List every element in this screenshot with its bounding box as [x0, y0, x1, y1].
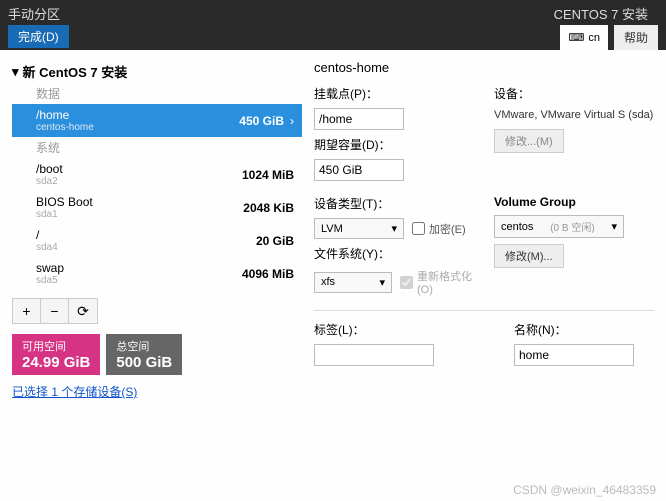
partition-device: sda5: [36, 275, 64, 286]
reformat-label: 重新格式化(O): [417, 268, 474, 296]
partition-size: 2048 KiB: [243, 201, 294, 215]
partition-size: 450 GiB: [239, 114, 284, 128]
filesystem-value: xfs: [321, 276, 335, 288]
name-label: 名称(N)：: [514, 321, 634, 338]
done-button[interactable]: 完成(D): [8, 25, 69, 48]
keyboard-layout-indicator[interactable]: ⌨ cn: [560, 25, 608, 50]
partition-detail-panel: centos-home 挂载点(P)： 期望容量(D)： 设备： VMware,…: [314, 60, 654, 401]
top-bar: 手动分区 完成(D) CENTOS 7 安装 ⌨ cn 帮助: [0, 0, 666, 50]
install-section-header[interactable]: ▾ 新 CentOS 7 安装: [12, 60, 302, 83]
partition-row-swap[interactable]: swap sda5 4096 MiB: [12, 257, 302, 290]
detail-title: centos-home: [314, 60, 654, 75]
partition-row-root[interactable]: / sda4 20 GiB: [12, 224, 302, 257]
partition-row-boot[interactable]: /boot sda2 1024 MiB: [12, 158, 302, 191]
partition-device: sda1: [36, 209, 93, 220]
partition-mount: /home: [36, 108, 94, 122]
remove-partition-button[interactable]: −: [41, 299, 69, 323]
partition-row-bios[interactable]: BIOS Boot sda1 2048 KiB: [12, 191, 302, 224]
category-system: 系统: [12, 137, 302, 158]
mount-input[interactable]: [314, 108, 404, 130]
partition-toolbar: + − ⟳: [12, 298, 98, 324]
modify-device-button[interactable]: 修改...(M): [494, 129, 564, 153]
caret-down-icon: ▾: [12, 64, 19, 80]
total-space-label: 总空间: [116, 338, 172, 354]
total-space-value: 500 GiB: [116, 354, 172, 371]
reformat-checkbox-row[interactable]: 重新格式化(O): [400, 268, 474, 296]
chevron-down-icon: ▾: [611, 220, 617, 233]
available-space-value: 24.99 GiB: [22, 354, 90, 371]
install-title: CENTOS 7 安装: [554, 4, 648, 23]
partition-list-panel: ▾ 新 CentOS 7 安装 数据 /home centos-home 450…: [12, 60, 302, 401]
encrypt-checkbox-row[interactable]: 加密(E): [412, 221, 466, 237]
help-button[interactable]: 帮助: [614, 25, 658, 50]
chevron-down-icon: ▾: [379, 276, 385, 289]
total-space-box: 总空间 500 GiB: [106, 334, 182, 375]
encrypt-label: 加密(E): [429, 221, 466, 237]
reload-button[interactable]: ⟳: [69, 299, 97, 323]
available-space-label: 可用空间: [22, 338, 90, 354]
encrypt-checkbox[interactable]: [412, 222, 425, 235]
volume-group-label: Volume Group: [494, 195, 654, 209]
modify-vg-button[interactable]: 修改(M)...: [494, 244, 564, 268]
add-partition-button[interactable]: +: [13, 299, 41, 323]
mount-label: 挂载点(P)：: [314, 85, 474, 102]
filesystem-label: 文件系统(Y)：: [314, 245, 474, 262]
partition-mount: /boot: [36, 162, 63, 176]
partition-row-home[interactable]: /home centos-home 450 GiB ›: [12, 104, 302, 137]
desired-capacity-input[interactable]: [314, 159, 404, 181]
device-label: 设备：: [494, 85, 654, 102]
partition-size: 4096 MiB: [242, 267, 294, 281]
name-input[interactable]: [514, 344, 634, 366]
partition-device: centos-home: [36, 122, 94, 133]
chevron-right-icon: ›: [290, 114, 294, 128]
chevron-down-icon: ▾: [391, 222, 397, 235]
partition-mount: BIOS Boot: [36, 195, 93, 209]
device-type-value: LVM: [321, 223, 343, 235]
device-type-select[interactable]: LVM ▾: [314, 218, 404, 239]
reformat-checkbox: [400, 276, 413, 289]
volume-group-select[interactable]: centos (0 B 空闲) ▾: [494, 215, 624, 238]
separator: [314, 310, 654, 311]
category-data: 数据: [12, 83, 302, 104]
available-space-box: 可用空间 24.99 GiB: [12, 334, 100, 375]
device-type-label: 设备类型(T)：: [314, 195, 474, 212]
storage-devices-link[interactable]: 已选择 1 个存储设备(S): [12, 383, 137, 400]
volume-group-value: centos: [501, 221, 533, 233]
partition-size: 1024 MiB: [242, 168, 294, 182]
filesystem-select[interactable]: xfs ▾: [314, 272, 392, 293]
partition-size: 20 GiB: [256, 234, 294, 248]
partition-mount: swap: [36, 261, 64, 275]
keyboard-icon: ⌨: [568, 31, 584, 44]
label-input[interactable]: [314, 344, 434, 366]
partition-mount: /: [36, 228, 58, 242]
partition-device: sda4: [36, 242, 58, 253]
watermark: CSDN @weixin_46483359: [513, 483, 656, 497]
screen-title: 手动分区: [8, 4, 69, 23]
partition-device: sda2: [36, 176, 63, 187]
device-text: VMware, VMware Virtual S (sda): [494, 108, 654, 123]
label-label: 标签(L)：: [314, 321, 434, 338]
lang-code: cn: [588, 32, 600, 44]
desired-label: 期望容量(D)：: [314, 136, 474, 153]
volume-group-free: (0 B 空闲): [550, 219, 594, 234]
